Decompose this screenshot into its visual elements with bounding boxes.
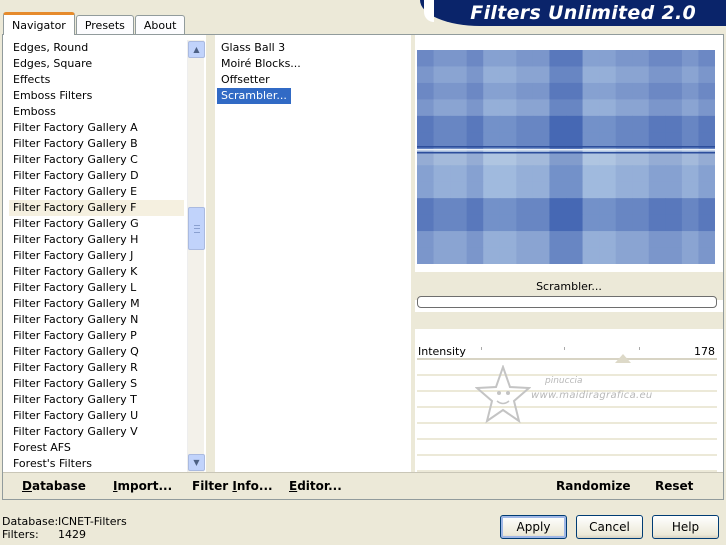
database-label: Database: (2, 515, 59, 528)
category-item[interactable]: Forest AFS (9, 440, 184, 456)
database-accel: D (22, 479, 32, 493)
category-list[interactable]: Edges, Round Edges, Square Effects Emboss F… (9, 40, 184, 472)
filter-item[interactable]: Scrambler... (217, 88, 291, 104)
navigator-panel: Edges, Round Edges, Square Effects Emboss F… (2, 34, 724, 500)
category-item[interactable]: Filter Factory Gallery H (9, 232, 184, 248)
separator (415, 312, 723, 329)
category-item[interactable]: Filter Factory Gallery J (9, 248, 184, 264)
category-item[interactable]: Filter Factory Gallery K (9, 264, 184, 280)
param-row (417, 408, 717, 424)
category-scrollbar[interactable]: ▲ ▼ (187, 40, 205, 472)
filter-info-label: nfo... (236, 479, 273, 493)
category-item[interactable]: Filter Factory Gallery B (9, 136, 184, 152)
category-item[interactable]: Filter Factory Gallery F (9, 200, 184, 216)
splitter (206, 35, 215, 472)
category-item[interactable]: Filter Factory Gallery C (9, 152, 184, 168)
param-row (417, 440, 717, 456)
apply-button[interactable]: Apply (500, 515, 567, 539)
param-value: 178 (694, 345, 715, 358)
import-button[interactable]: Import... (113, 479, 172, 493)
category-item[interactable]: Filter Factory Gallery U (9, 408, 184, 424)
tab-bar: Navigator Presets About (3, 11, 186, 35)
category-item[interactable]: Filter Factory Gallery N (9, 312, 184, 328)
category-item[interactable]: Filter Factory Gallery S (9, 376, 184, 392)
category-item[interactable]: Filter Factory Gallery T (9, 392, 184, 408)
filter-item[interactable]: Glass Ball 3 (217, 40, 410, 56)
category-item[interactable]: Filter Factory Gallery G (9, 216, 184, 232)
title-banner: Filters Unlimited 2.0 (420, 0, 726, 26)
status-info: Database: ICNET-Filters Filters: 1429 (2, 515, 127, 541)
param-row (417, 392, 717, 408)
slider-tick (639, 347, 640, 350)
database-button[interactable]: Database (22, 479, 86, 493)
filter-info-button[interactable]: Filter Info... (192, 479, 273, 493)
import-label: mport... (117, 479, 173, 493)
param-row (417, 376, 717, 392)
progress-bar (417, 296, 717, 308)
param-label: Intensity (418, 345, 466, 358)
category-item[interactable]: Emboss (9, 104, 184, 120)
slider-tick (481, 347, 482, 350)
category-item[interactable]: Filter Factory Gallery A (9, 120, 184, 136)
tab-about[interactable]: About (134, 15, 186, 35)
slider-tick (564, 347, 565, 350)
preview-panel: Scrambler... Intensity 178 pinuccia www.… (415, 35, 723, 472)
category-item[interactable]: Filter Factory Gallery E (9, 184, 184, 200)
param-row (417, 456, 717, 472)
category-item[interactable]: Filter Factory Gallery R (9, 360, 184, 376)
filter-info-prefix: Filter (192, 479, 233, 493)
database-value: ICNET-Filters (58, 515, 127, 528)
tab-presets[interactable]: Presets (75, 15, 134, 35)
tab-navigator[interactable]: Navigator (3, 12, 75, 35)
action-bar: Database Import... Filter Info... Editor… (3, 472, 723, 499)
grip-icon (194, 225, 200, 233)
category-item[interactable]: Filter Factory Gallery D (9, 168, 184, 184)
filter-item[interactable]: Offsetter (217, 72, 410, 88)
category-item[interactable]: Effects (9, 72, 184, 88)
category-item[interactable]: Filter Factory Gallery Q (9, 344, 184, 360)
filters-count-label: Filters: (2, 528, 39, 541)
category-item[interactable]: Filter Factory Gallery P (9, 328, 184, 344)
editor-button[interactable]: Editor... (289, 479, 342, 493)
param-row[interactable]: Intensity 178 (417, 344, 717, 363)
preview-filter-name: Scrambler... (536, 279, 602, 293)
scroll-down-button[interactable]: ▼ (188, 454, 205, 471)
category-item[interactable]: Filter Factory Gallery L (9, 280, 184, 296)
filter-item[interactable]: Moiré Blocks... (217, 56, 410, 72)
chevron-down-icon: ▼ (193, 458, 200, 467)
category-item[interactable]: Filter Factory Gallery V (9, 424, 184, 440)
param-row (417, 360, 717, 376)
category-item[interactable]: Filter Factory Gallery M (9, 296, 184, 312)
database-label: atabase (31, 479, 86, 493)
help-button[interactable]: Help (652, 515, 719, 539)
category-item[interactable]: Edges, Round (9, 40, 184, 56)
param-row (417, 424, 717, 440)
banner-title: Filters Unlimited 2.0 (470, 2, 696, 24)
parameter-list: Intensity 178 (417, 344, 717, 472)
reset-button[interactable]: Reset (655, 479, 693, 493)
filters-count-value: 1429 (58, 528, 86, 541)
chevron-up-icon: ▲ (193, 45, 200, 54)
randomize-button[interactable]: Randomize (556, 479, 630, 493)
scroll-up-button[interactable]: ▲ (188, 41, 205, 58)
scrollbar-thumb[interactable] (188, 207, 205, 250)
category-item[interactable]: Emboss Filters (9, 88, 184, 104)
filter-list[interactable]: Glass Ball 3 Moiré Blocks... Offsetter Scra… (217, 40, 410, 472)
cancel-button[interactable]: Cancel (576, 515, 643, 539)
editor-label: ditor... (297, 479, 342, 493)
category-item[interactable]: Edges, Square (9, 56, 184, 72)
preview-image (417, 50, 715, 264)
category-item[interactable]: Forest's Filters (9, 456, 184, 472)
editor-accel: E (289, 479, 298, 493)
